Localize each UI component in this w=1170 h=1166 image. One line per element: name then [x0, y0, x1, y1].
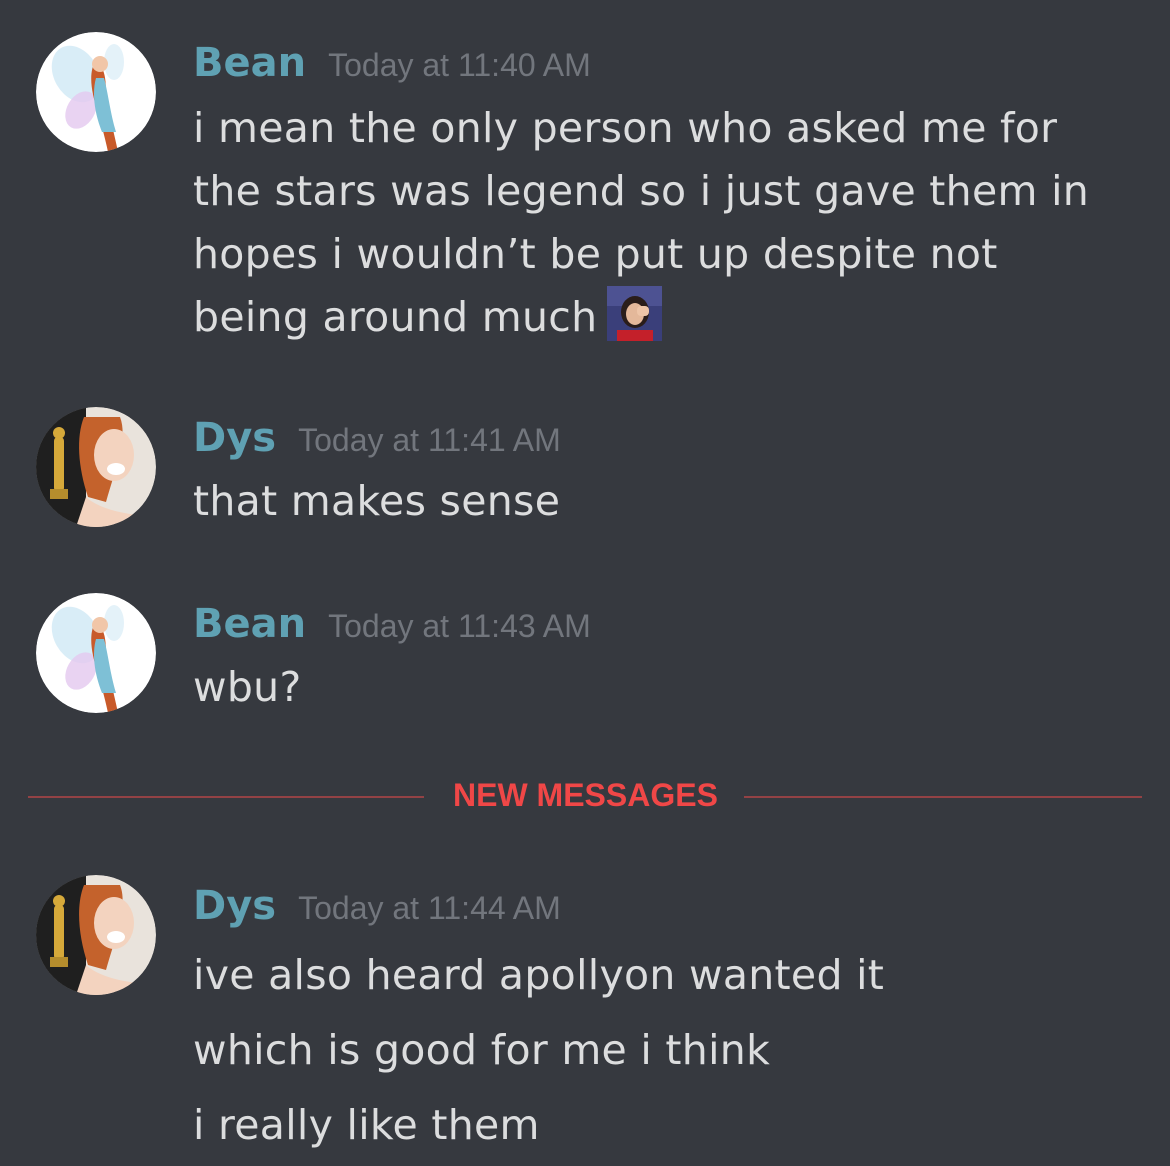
username[interactable]: Bean	[193, 40, 306, 86]
message-text: wbu?	[193, 656, 1123, 719]
message-content: i really like them	[193, 1101, 540, 1149]
message-content: which is good for me i think	[193, 1026, 771, 1074]
message-text: ive also heard apollyon wanted it which …	[193, 938, 1123, 1163]
message-text: i mean the only person who asked me for …	[193, 97, 1123, 349]
new-messages-divider-right	[744, 796, 1142, 798]
message-content: wbu?	[193, 663, 302, 711]
username[interactable]: Dys	[193, 415, 276, 461]
message-header: Dys Today at 11:41 AM	[193, 415, 561, 461]
message-text: that makes sense	[193, 470, 1123, 533]
message-content: that makes sense	[193, 477, 561, 525]
message-header: Bean Today at 11:40 AM	[193, 40, 591, 86]
message-header: Bean Today at 11:43 AM	[193, 601, 591, 647]
chat-view: { "messages": [ { "author": "Bean", "tim…	[0, 0, 1170, 1166]
timestamp: Today at 11:41 AM	[298, 422, 561, 458]
oscar-avatar[interactable]	[36, 407, 156, 527]
fairy-avatar[interactable]	[36, 593, 156, 713]
oscar-avatar-image	[36, 875, 156, 995]
new-messages-label: NEW MESSAGES	[453, 777, 718, 813]
message-header: Dys Today at 11:44 AM	[193, 883, 561, 929]
oscar-avatar[interactable]	[36, 875, 156, 995]
new-messages-divider-left	[28, 796, 424, 798]
facepalm-emoji	[607, 286, 663, 341]
message-content: ive also heard apollyon wanted it	[193, 951, 885, 999]
fairy-avatar[interactable]	[36, 32, 156, 152]
fairy-avatar-image	[36, 593, 156, 713]
timestamp: Today at 11:44 AM	[298, 890, 561, 926]
timestamp: Today at 11:43 AM	[328, 608, 591, 644]
oscar-avatar-image	[36, 407, 156, 527]
username[interactable]: Dys	[193, 883, 276, 929]
username[interactable]: Bean	[193, 601, 306, 647]
timestamp: Today at 11:40 AM	[328, 47, 591, 83]
fairy-avatar-image	[36, 32, 156, 152]
